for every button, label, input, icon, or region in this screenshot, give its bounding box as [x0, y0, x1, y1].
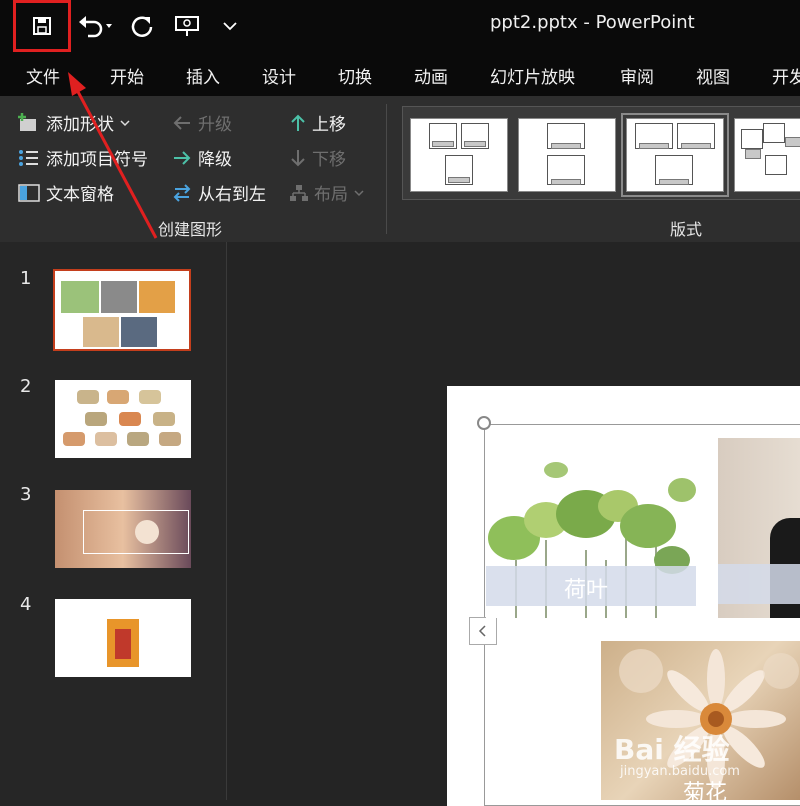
slide-number: 2	[20, 376, 32, 397]
slide-number: 1	[20, 268, 32, 289]
portrait-image[interactable]	[718, 438, 800, 618]
slide-thumbnail-4[interactable]	[55, 599, 191, 677]
lotus-leaf-image[interactable]: 荷叶	[486, 440, 696, 618]
slide-number: 3	[20, 484, 32, 505]
slide-number: 4	[20, 594, 32, 615]
resize-handle[interactable]	[477, 416, 491, 430]
slide-thumbnail-1[interactable]	[53, 269, 191, 351]
slide-thumbnail-3[interactable]	[55, 490, 191, 568]
watermark-url: jingyan.baidu.com	[620, 764, 740, 779]
slide-thumbnail-2[interactable]	[55, 380, 191, 458]
chevron-left-icon	[478, 625, 486, 637]
watermark-brand: Bai 经验	[614, 733, 730, 766]
expand-text-pane-button[interactable]	[469, 617, 497, 645]
caption-lotus: 荷叶	[564, 578, 609, 603]
